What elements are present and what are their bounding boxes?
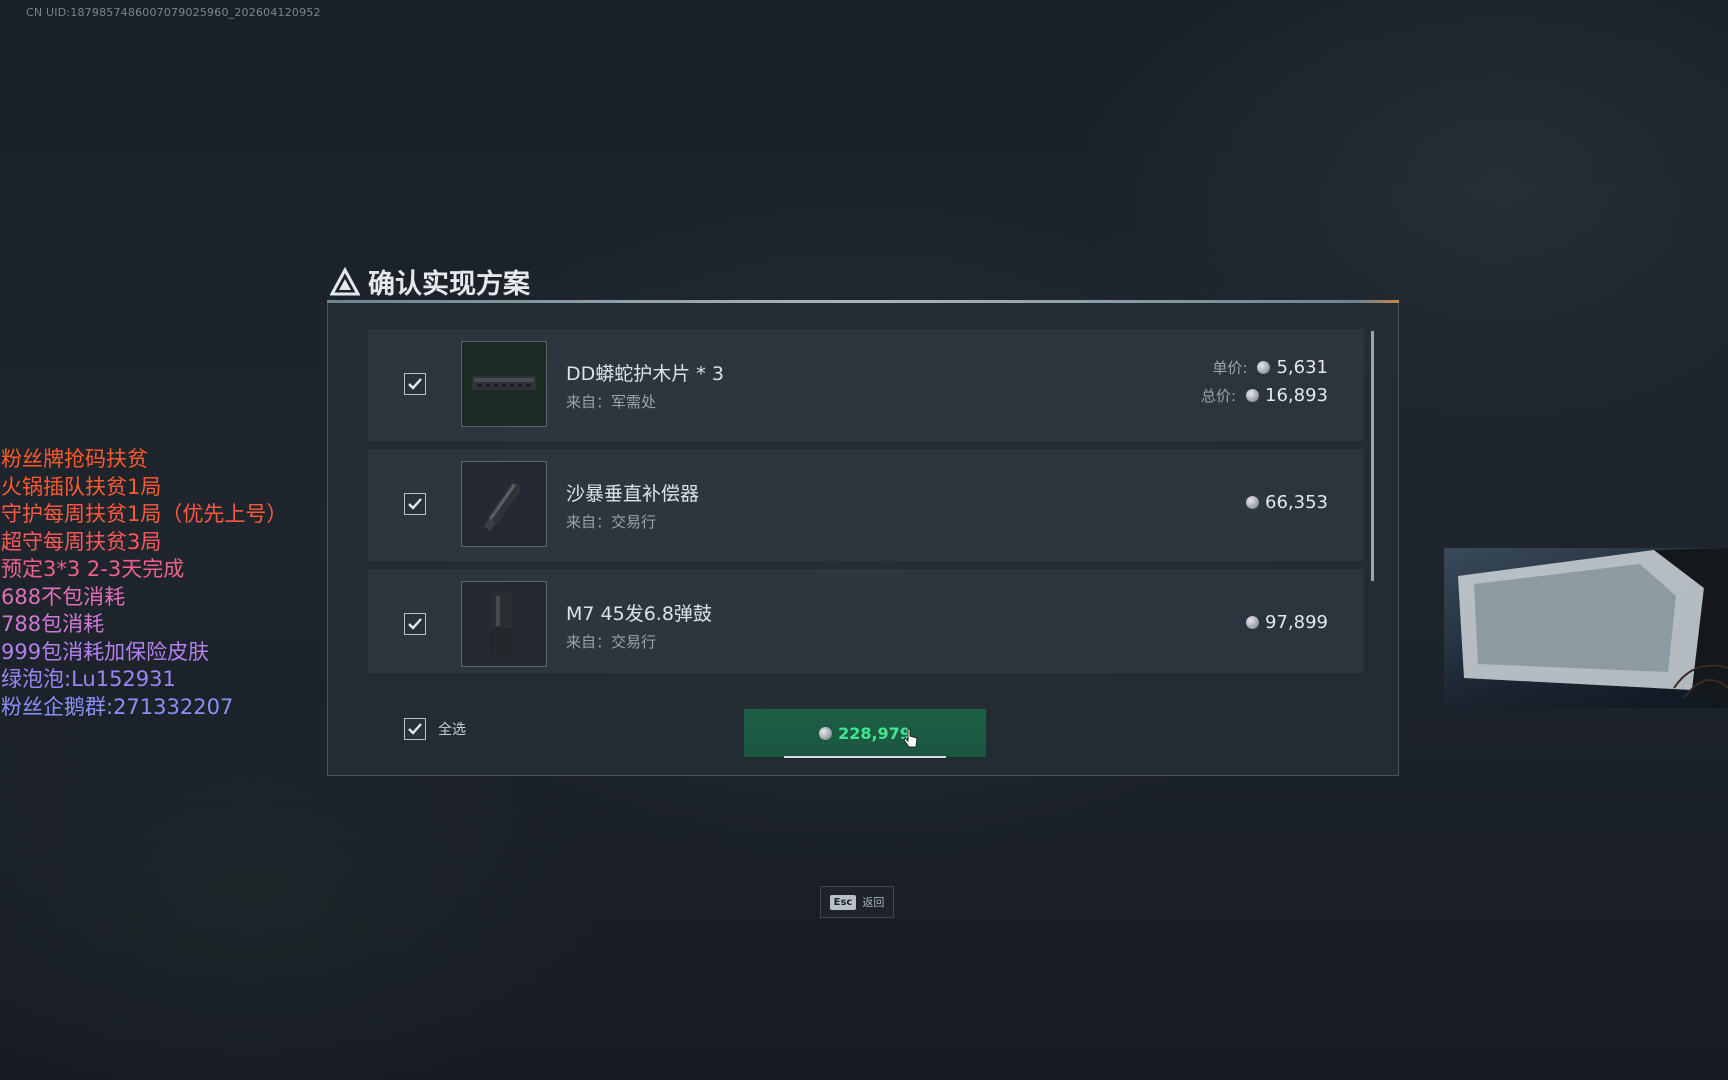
dialog-title: 确认实现方案: [330, 262, 530, 301]
overlay-line: 绿泡泡:Lu152931: [1, 667, 176, 691]
item-price-value: 66,353: [1265, 492, 1328, 513]
item-name: DD蟒蛇护木片 * 3: [566, 363, 724, 385]
uid-label: CN UID:1879857486007079025960_2026041209…: [26, 6, 321, 19]
dialog-title-text: 确认实现方案: [368, 269, 530, 300]
stream-overlay-text: 粉丝牌抢码扶贫 火锅插队扶贫1局守护每周扶贫1局（优先上号） 超守每周扶贫3局 预定3…: [1, 446, 287, 721]
item-name: M7 45发6.8弹鼓: [566, 603, 712, 625]
total-price-value: 16,893: [1265, 385, 1328, 406]
magazine-icon: [461, 581, 547, 667]
item-price: 97,899: [1246, 612, 1328, 633]
webcam-inset: [1444, 548, 1728, 708]
back-label: 返回: [862, 896, 885, 909]
check-icon: [408, 498, 422, 510]
back-button[interactable]: Esc 返回: [820, 886, 894, 918]
warning-triangle-icon: [330, 266, 360, 295]
check-icon: [408, 618, 422, 630]
overlay-line: 粉丝企鹅群:271332207: [1, 694, 234, 719]
confirm-total-value: 228,979: [838, 723, 911, 743]
coin-icon: [819, 726, 833, 740]
total-price: 总价: 16,893: [1201, 385, 1328, 406]
list-item: M7 45发6.8弹鼓 来自：交易行 97,899: [368, 569, 1364, 673]
total-price-label: 总价:: [1200, 387, 1237, 405]
check-icon: [408, 378, 422, 390]
unit-price: 单价: 5,631: [1212, 357, 1328, 378]
coin-icon: [1246, 616, 1260, 629]
confirm-purchase-button[interactable]: 228,979: [744, 709, 986, 758]
item-source: 来自：交易行: [566, 633, 657, 651]
overlay-line: 超守每周扶贫3局: [1, 529, 162, 554]
overlay-line: 火锅插队扶贫1局: [1, 474, 162, 499]
item-name: 沙暴垂直补偿器: [566, 483, 700, 505]
coin-icon: [1246, 496, 1260, 509]
overlay-line: 788包消耗: [1, 612, 105, 636]
coin-icon: [1257, 361, 1271, 374]
item-source: 来自：交易行: [566, 513, 657, 531]
compensator-icon: [461, 461, 547, 547]
item-checkbox[interactable]: [404, 373, 426, 395]
overlay-line: 粉丝牌抢码扶贫: [1, 447, 148, 471]
coin-icon: [1246, 389, 1260, 402]
select-all[interactable]: 全选: [404, 718, 466, 740]
pointer-cursor-icon: [904, 728, 918, 748]
button-underline: [784, 756, 946, 758]
unit-price-value: 5,631: [1276, 357, 1328, 378]
item-source: 来自：军需处: [566, 393, 657, 411]
list-item: DD蟒蛇护木片 * 3 来自：军需处 单价: 5,631 总价: 16,893: [368, 329, 1364, 441]
check-icon: [408, 723, 422, 735]
item-checkbox[interactable]: [404, 613, 426, 635]
overlay-line: 688不包消耗: [1, 584, 126, 609]
select-all-checkbox[interactable]: [404, 718, 426, 740]
item-price: 66,353: [1246, 492, 1328, 513]
overlay-line: 守护每周扶贫1局（优先上号）: [1, 502, 288, 526]
handguard-icon: [461, 341, 547, 427]
select-all-label: 全选: [438, 722, 466, 738]
item-price-value: 97,899: [1265, 612, 1328, 633]
list-item: 沙暴垂直补偿器 来自：交易行 66,353: [368, 449, 1364, 561]
item-list: DD蟒蛇护木片 * 3 来自：军需处 单价: 5,631 总价: 16,893: [368, 329, 1364, 673]
esc-key-label: Esc: [829, 894, 857, 910]
overlay-line: 预定3*3 2-3天完成: [1, 557, 185, 581]
overlay-line: 999包消耗加保险皮肤: [1, 639, 210, 664]
list-scrollbar[interactable]: [1371, 331, 1374, 581]
unit-price-label: 单价:: [1212, 359, 1248, 377]
item-checkbox[interactable]: [404, 493, 426, 515]
confirm-plan-dialog: DD蟒蛇护木片 * 3 来自：军需处 单价: 5,631 总价: 16,893: [327, 300, 1399, 776]
